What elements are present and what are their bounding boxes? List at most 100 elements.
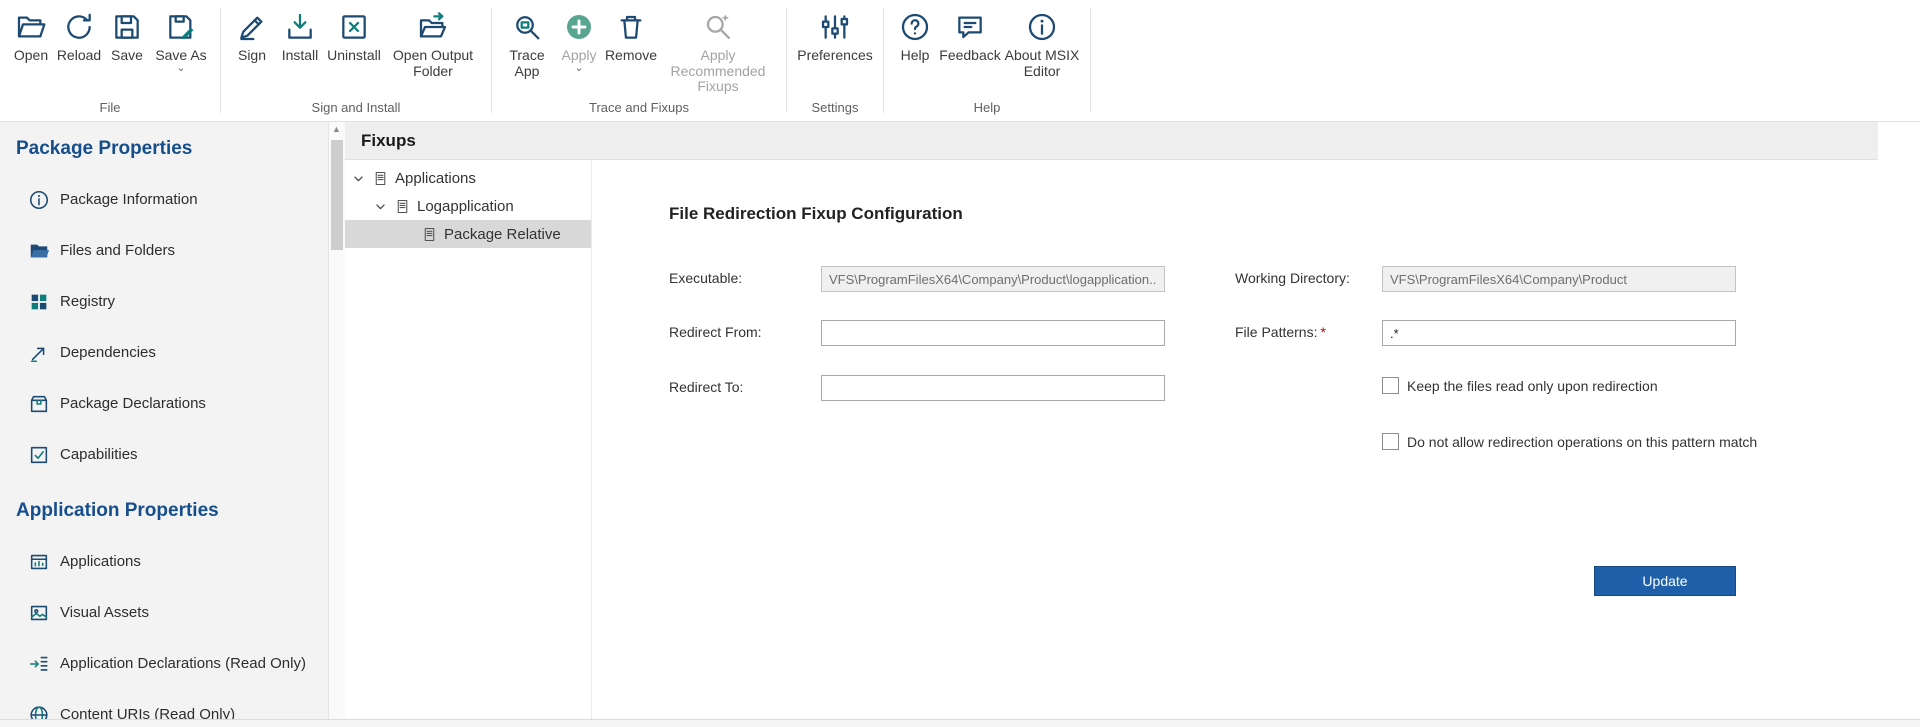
sidebar-item-files-and-folders[interactable]: Files and Folders	[0, 225, 328, 276]
sidebar-item-label: Content URIs (Read Only)	[60, 706, 235, 719]
apply-recommended-fixups-button[interactable]: Apply Recommended Fixups	[658, 6, 778, 98]
ribbon-group-label-settings: Settings	[787, 98, 883, 121]
executable-field[interactable]	[821, 266, 1165, 292]
no-redirect-checkbox[interactable]	[1382, 433, 1399, 450]
sidebar-scrollbar-thumb[interactable]	[331, 140, 343, 250]
chevron-down-icon: ⌄	[176, 65, 185, 71]
save-button[interactable]: Save	[104, 6, 150, 67]
sidebar-item-application-declarations[interactable]: Application Declarations (Read Only)	[0, 638, 328, 689]
tree-item-label: Applications	[395, 170, 476, 187]
chevron-down-icon: ⌄	[574, 65, 583, 71]
remove-button[interactable]: Remove	[604, 6, 658, 67]
uninstall-button-label: Uninstall	[327, 48, 381, 64]
feedback-button-label: Feedback	[939, 48, 1000, 64]
trace-app-button-label: Trace App	[502, 48, 552, 79]
preferences-button[interactable]: Preferences	[795, 6, 875, 67]
applications-icon	[28, 551, 50, 573]
uninstall-button[interactable]: Uninstall	[325, 6, 383, 67]
reload-button-label: Reload	[57, 48, 101, 64]
keep-readonly-checkbox-row: Keep the files read only upon redirectio…	[1382, 377, 1658, 394]
sidebar-scrollbar[interactable]: ▲	[328, 122, 345, 719]
sliders-icon	[817, 9, 853, 45]
open-folder-icon	[13, 9, 49, 45]
save-icon	[109, 9, 145, 45]
tree-item-logapplication[interactable]: Logapplication	[345, 192, 591, 220]
capabilities-icon	[28, 444, 50, 466]
save-as-button[interactable]: Save As ⌄	[150, 6, 212, 74]
apply-recommended-fixups-label: Apply Recommended Fixups	[660, 48, 776, 95]
sign-button[interactable]: Sign	[229, 6, 275, 67]
document-icon	[394, 198, 411, 215]
document-icon	[421, 226, 438, 243]
redirect-to-field[interactable]	[821, 375, 1165, 401]
package-properties-heading: Package Properties	[0, 134, 328, 164]
application-properties-heading: Application Properties	[0, 496, 328, 526]
sidebar-item-capabilities[interactable]: Capabilities	[0, 429, 328, 480]
save-as-icon	[163, 9, 199, 45]
sidebar-item-label: Dependencies	[60, 344, 156, 361]
about-msix-editor-button[interactable]: About MSIX Editor	[1002, 6, 1082, 82]
save-button-label: Save	[111, 48, 143, 64]
executable-label: Executable:	[669, 270, 742, 286]
info-icon	[28, 189, 50, 211]
document-icon	[372, 170, 389, 187]
chevron-down-icon[interactable]	[372, 198, 389, 215]
sign-button-label: Sign	[238, 48, 266, 64]
redirect-from-field[interactable]	[821, 320, 1165, 346]
sidebar-item-package-information[interactable]: Package Information	[0, 174, 328, 225]
sidebar-item-label: Capabilities	[60, 446, 138, 463]
working-directory-field[interactable]	[1382, 266, 1736, 292]
about-msix-editor-label: About MSIX Editor	[1004, 48, 1080, 79]
horizontal-scrollbar[interactable]	[0, 719, 1920, 727]
scrollbar-up-arrow-icon[interactable]: ▲	[332, 124, 341, 134]
chevron-down-icon[interactable]	[350, 170, 367, 187]
open-output-folder-label: Open Output Folder	[385, 48, 481, 79]
open-button-label: Open	[14, 48, 48, 64]
ribbon-toolbar: Open Reload Save Save As ⌄	[0, 0, 1920, 122]
reload-button[interactable]: Reload	[54, 6, 104, 67]
sidebar-item-applications[interactable]: Applications	[0, 536, 328, 587]
fixups-panel-title: Fixups	[345, 122, 1878, 160]
plus-circle-icon	[561, 9, 597, 45]
sidebar-item-label: Files and Folders	[60, 242, 175, 259]
globe-icon	[28, 704, 50, 720]
open-button[interactable]: Open	[8, 6, 54, 67]
ribbon-group-label-file: File	[0, 98, 220, 121]
magnifier-icon	[509, 9, 545, 45]
update-button[interactable]: Update	[1594, 566, 1736, 596]
fixups-panel: Fixups Applications	[345, 122, 1878, 719]
file-patterns-label-text: File Patterns:	[1235, 324, 1317, 340]
trace-app-button[interactable]: Trace App	[500, 6, 554, 82]
file-patterns-field[interactable]	[1382, 320, 1736, 346]
feedback-button[interactable]: Feedback	[938, 6, 1002, 67]
sidebar-item-label: Package Information	[60, 191, 198, 208]
no-redirect-checkbox-row: Do not allow redirection operations on t…	[1382, 433, 1757, 450]
sidebar-item-package-declarations[interactable]: Package Declarations	[0, 378, 328, 429]
tree-item-applications[interactable]: Applications	[345, 164, 591, 192]
help-button[interactable]: Help	[892, 6, 938, 67]
remove-button-label: Remove	[605, 48, 657, 64]
preferences-button-label: Preferences	[797, 48, 872, 64]
folder-icon	[28, 240, 50, 262]
keep-readonly-checkbox[interactable]	[1382, 377, 1399, 394]
sidebar-item-content-uris[interactable]: Content URIs (Read Only)	[0, 689, 328, 719]
visual-assets-icon	[28, 602, 50, 624]
msix-editor-window: Open Reload Save Save As ⌄	[0, 0, 1920, 727]
sign-pen-icon	[234, 9, 270, 45]
sidebar-item-dependencies[interactable]: Dependencies	[0, 327, 328, 378]
sidebar-item-registry[interactable]: Registry	[0, 276, 328, 327]
apply-button[interactable]: Apply ⌄	[554, 6, 604, 74]
sidebar-item-label: Visual Assets	[60, 604, 149, 621]
ribbon-group-sign-install: Sign Install Uninstall Open Output Folde…	[221, 0, 491, 121]
package-declarations-icon	[28, 393, 50, 415]
file-redirection-fixup-form: File Redirection Fixup Configuration Exe…	[592, 160, 1878, 719]
sidebar-item-visual-assets[interactable]: Visual Assets	[0, 587, 328, 638]
working-directory-label: Working Directory:	[1235, 270, 1350, 286]
open-output-folder-button[interactable]: Open Output Folder	[383, 6, 483, 82]
install-button[interactable]: Install	[275, 6, 325, 67]
ribbon-group-label-help: Help	[884, 98, 1090, 121]
sidebar-item-label: Application Declarations (Read Only)	[60, 655, 306, 672]
tree-item-package-relative[interactable]: Package Relative	[345, 220, 591, 248]
tree-item-label: Package Relative	[444, 226, 561, 243]
ribbon-group-help: Help Feedback About MSIX Editor Help	[884, 0, 1090, 121]
